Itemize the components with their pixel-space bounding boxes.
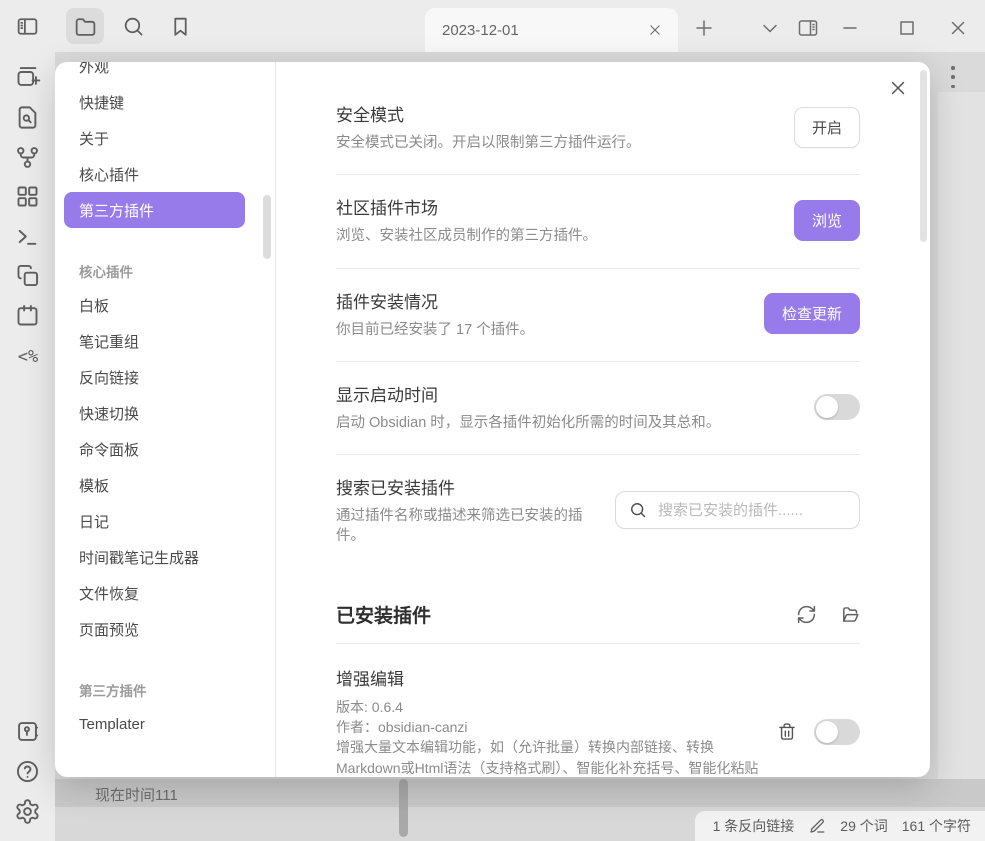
sidebar-item-hotkeys[interactable]: 快捷键 xyxy=(55,84,275,120)
content-scrollbar[interactable] xyxy=(920,70,927,242)
bookmark-icon xyxy=(168,14,193,39)
files-button[interactable] xyxy=(66,8,104,44)
plugin-item-enhanced-editing: 增强编辑 版本: 0.6.4 作者：obsidian-canzi 增强大量文本编… xyxy=(336,644,860,777)
setting-desc: 通过插件名称或描述来筛选已安装的插件。 xyxy=(336,506,595,547)
vault-switcher-icon[interactable] xyxy=(14,718,41,745)
window-minimize-icon[interactable] xyxy=(838,16,862,40)
setting-desc: 启动 Obsidian 时，显示各插件初始化所需的时间及其总和。 xyxy=(336,413,794,433)
folder-icon xyxy=(73,14,98,39)
reload-plugins-icon[interactable] xyxy=(796,604,817,625)
sidebar-item-templater[interactable]: Templater xyxy=(55,706,275,742)
setting-name: 搜索已安装插件 xyxy=(336,474,595,499)
sidebar-item-timestamp-notes[interactable]: 时间戳笔记生成器 xyxy=(55,539,275,575)
tab-close-icon[interactable] xyxy=(646,21,664,39)
delete-plugin-trash-icon[interactable] xyxy=(777,722,797,742)
setting-desc: 安全模式已关闭。开启以限制第三方插件运行。 xyxy=(336,133,774,153)
calendar-icon[interactable] xyxy=(14,302,41,329)
panel-left-icon xyxy=(15,14,40,39)
setting-desc: 浏览、安装社区成员制作的第三方插件。 xyxy=(336,226,774,246)
window-maximize-icon[interactable] xyxy=(895,16,919,40)
char-count[interactable]: 161 个字符 xyxy=(902,816,971,836)
sidebar-item-community-plugins[interactable]: 第三方插件 xyxy=(64,192,245,228)
backlink-count[interactable]: 1 条反向链接 xyxy=(713,816,795,836)
browse-plugins-button[interactable]: 浏览 xyxy=(794,200,860,241)
settings-content: 安全模式 安全模式已关闭。开启以限制第三方插件运行。 开启 社区插件市场 浏览、… xyxy=(275,62,930,777)
safe-mode-enable-button[interactable]: 开启 xyxy=(794,107,860,148)
installed-plugins-title: 已安装插件 xyxy=(336,601,431,628)
startup-time-toggle-off[interactable] xyxy=(814,394,860,420)
setting-row-startup-time: 显示启动时间 启动 Obsidian 时，显示各插件初始化所需的时间及其总和。 xyxy=(336,362,860,455)
background-editor-line xyxy=(55,779,985,807)
search-icon xyxy=(628,500,648,520)
terminal-icon[interactable] xyxy=(14,223,41,250)
setting-name: 插件安装情况 xyxy=(336,288,744,313)
copy-icon[interactable] xyxy=(14,262,41,289)
sidebar-item-about[interactable]: 关于 xyxy=(55,120,275,156)
setting-name: 社区插件市场 xyxy=(336,194,774,219)
plugin-author: 作者：obsidian-canzi xyxy=(336,717,768,737)
status-bar: 1 条反向链接 29 个词 161 个字符 xyxy=(695,811,985,841)
graph-fork-icon[interactable] xyxy=(14,144,41,171)
new-tab-plus-icon[interactable] xyxy=(692,16,716,40)
titlebar: 2023-12-01 xyxy=(0,0,985,52)
dashboard-grid-icon[interactable] xyxy=(14,183,41,210)
tab-2023-12-01[interactable]: 2023-12-01 xyxy=(425,8,678,52)
sidebar-section-core-plugins: 核心插件 xyxy=(55,261,275,281)
check-updates-button[interactable]: 检查更新 xyxy=(764,293,860,334)
plugin-search-box xyxy=(615,491,860,529)
setting-name: 显示启动时间 xyxy=(336,381,794,406)
toggle-right-sidebar-icon[interactable] xyxy=(796,16,820,40)
sidebar-item-command-palette[interactable]: 命令面板 xyxy=(55,431,275,467)
sidebar-item-file-recovery[interactable]: 文件恢复 xyxy=(55,575,275,611)
help-icon[interactable] xyxy=(14,758,41,785)
search-button[interactable] xyxy=(114,8,152,44)
sidebar-item-page-preview[interactable]: 页面预览 xyxy=(55,611,275,647)
plugin-desc: 增强大量文本编辑功能，如（允许批量）转换内部链接、转换Markdown或Html… xyxy=(336,737,768,777)
background-pane xyxy=(938,92,985,782)
sidebar-item-note-composer[interactable]: 笔记重组 xyxy=(55,323,275,359)
sidebar-item-appearance[interactable]: 外观 xyxy=(55,62,275,84)
plugin-name: 增强编辑 xyxy=(336,665,768,690)
sidebar-item-templates[interactable]: 模板 xyxy=(55,467,275,503)
setting-row-search-plugins: 搜索已安装插件 通过插件名称或描述来筛选已安装的插件。 xyxy=(336,455,860,577)
search-icon xyxy=(121,14,146,39)
edit-pencil-icon[interactable] xyxy=(808,817,826,835)
sidebar-scrollbar[interactable] xyxy=(263,195,271,259)
setting-row-community-market: 社区插件市场 浏览、安装社区成员制作的第三方插件。 浏览 xyxy=(336,175,860,268)
tab-title: 2023-12-01 xyxy=(442,22,646,39)
bookmarks-button[interactable] xyxy=(161,8,199,44)
sidebar-item-quick-switcher[interactable]: 快速切换 xyxy=(55,395,275,431)
left-ribbon: <% xyxy=(0,52,55,841)
file-search-icon[interactable] xyxy=(14,104,41,131)
window-close-icon[interactable] xyxy=(946,16,970,40)
tab-list-chevron-down-icon[interactable] xyxy=(758,16,782,40)
sidebar-item-core-plugins[interactable]: 核心插件 xyxy=(55,156,275,192)
setting-desc: 你目前已经安装了 17 个插件。 xyxy=(336,320,744,340)
card-add-icon[interactable] xyxy=(14,63,41,90)
installed-plugins-header: 已安装插件 xyxy=(336,589,860,644)
settings-sidebar: 外观 快捷键 关于 核心插件 第三方插件 核心插件 白板 笔记重组 反向链接 快… xyxy=(55,62,275,777)
plugin-enable-toggle-off[interactable] xyxy=(814,719,860,745)
setting-name: 安全模式 xyxy=(336,101,774,126)
word-count[interactable]: 29 个词 xyxy=(840,816,887,836)
sidebar-item-backlinks[interactable]: 反向链接 xyxy=(55,359,275,395)
sidebar-item-daily-notes[interactable]: 日记 xyxy=(55,503,275,539)
sidebar-item-canvas[interactable]: 白板 xyxy=(55,287,275,323)
templater-glyph-icon[interactable]: <% xyxy=(11,347,45,367)
background-editor-scrollbar[interactable] xyxy=(399,779,408,837)
toggle-left-sidebar-button[interactable] xyxy=(8,8,46,44)
open-plugins-folder-icon[interactable] xyxy=(839,604,860,625)
pane-more-options-icon[interactable] xyxy=(945,64,961,90)
setting-row-installed-status: 插件安装情况 你目前已经安装了 17 个插件。 检查更新 xyxy=(336,269,860,362)
background-note-text: 现在时间111 xyxy=(95,784,178,805)
modal-close-icon[interactable] xyxy=(887,77,909,99)
settings-modal: 外观 快捷键 关于 核心插件 第三方插件 核心插件 白板 笔记重组 反向链接 快… xyxy=(55,62,930,777)
settings-gear-icon[interactable] xyxy=(14,798,41,825)
setting-row-safe-mode: 安全模式 安全模式已关闭。开启以限制第三方插件运行。 开启 xyxy=(336,82,860,175)
plugin-version: 版本: 0.6.4 xyxy=(336,697,768,717)
sidebar-section-community-plugins: 第三方插件 xyxy=(55,680,275,700)
plugin-search-input[interactable] xyxy=(658,502,849,519)
